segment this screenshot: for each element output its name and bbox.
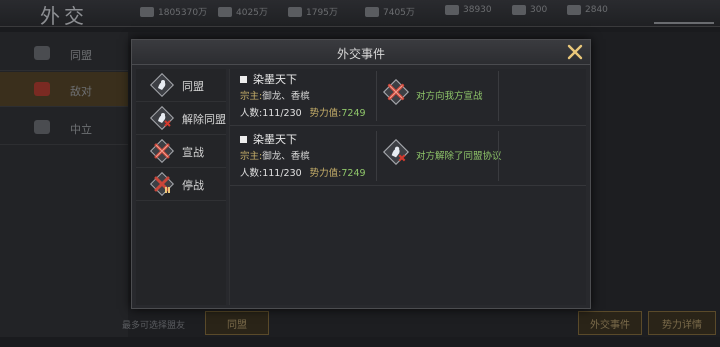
gold-icon [512,5,526,15]
declare-war-icon [34,82,50,96]
stone-icon [288,6,302,17]
dissolve-alliance-icon [383,139,409,165]
gem-icon [567,5,581,15]
top-resource-bar: 外交 1805370万 4025万 1795万 7405万 38930 300 … [0,0,720,28]
event-description: 对方解除了同盟协议 [416,151,502,162]
sidebar-item-hostile[interactable]: 敌对 [0,72,128,107]
event-row[interactable]: 染墨天下 宗主:御龙、香槟 人数:111/230 势力值:7249 对方向我方宣战 [230,69,586,126]
wood-icon [218,6,232,17]
leader-line: 宗主:御龙、香槟 [240,151,310,162]
iron-icon [365,6,379,17]
category-list: 同盟 解除同盟 宣战 停战 [136,69,226,305]
bottom-events-button[interactable]: 外交事件 [578,311,642,335]
dialog-header: 外交事件 [132,40,590,65]
food-icon [140,6,154,17]
category-alliance[interactable]: 同盟 [136,69,226,102]
bottom-alliance-button[interactable]: 同盟 [205,311,269,335]
resource-iron: 7405万 [365,5,415,18]
ceasefire-icon [150,172,174,196]
leader-line: 宗主:御龙、香槟 [240,91,310,102]
declare-war-icon [383,79,409,105]
close-icon [567,44,583,60]
bottom-hint: 最多可选择盟友 [122,321,186,331]
sidebar-item-neutral[interactable]: 中立 [0,110,128,145]
declare-war-icon [150,139,174,163]
dialog-title: 外交事件 [336,47,385,61]
alliance-name: 染墨天下 [253,133,297,146]
dissolve-alliance-icon [150,106,174,130]
alliance-icon [150,73,174,97]
checkbox-icon [240,135,247,143]
diplomacy-events-dialog: 外交事件 同盟 解除同盟 宣战 停战 染墨天下 宗主:御龙、香槟 人数:111/… [131,39,591,309]
resource-silver: 38930 [445,5,492,15]
resource-gem: 2840 [567,5,608,15]
event-description: 对方向我方宣战 [416,91,483,102]
category-ceasefire[interactable]: 停战 [136,168,226,201]
alliance-name: 染墨天下 [253,73,297,86]
event-row[interactable]: 染墨天下 宗主:御龙、香槟 人数:111/230 势力值:7249 对方解除了同盟… [230,129,586,186]
category-declare-war[interactable]: 宣战 [136,135,226,168]
screen-title: 外交 [40,4,88,28]
category-dissolve-alliance[interactable]: 解除同盟 [136,102,226,135]
event-list: 染墨天下 宗主:御龙、香槟 人数:111/230 势力值:7249 对方向我方宣战… [229,69,586,305]
close-button[interactable] [566,43,584,61]
resource-stone: 1795万 [288,5,338,18]
resource-wood: 4025万 [218,5,268,18]
sidebar-item-alliance[interactable]: 同盟 [0,36,128,71]
back-button[interactable] [654,0,714,24]
silver-icon [445,5,459,15]
resource-gold: 300 [512,5,547,15]
bg-sidebar: 同盟 敌对 中立 [0,32,128,337]
resource-food: 1805370万 [140,5,207,18]
shield-icon [34,120,50,134]
checkbox-icon [240,75,247,83]
alliance-icon [34,46,50,60]
members-line: 人数:111/230 势力值:7249 [240,168,366,179]
bottom-details-button[interactable]: 势力详情 [648,311,716,335]
members-line: 人数:111/230 势力值:7249 [240,108,366,119]
